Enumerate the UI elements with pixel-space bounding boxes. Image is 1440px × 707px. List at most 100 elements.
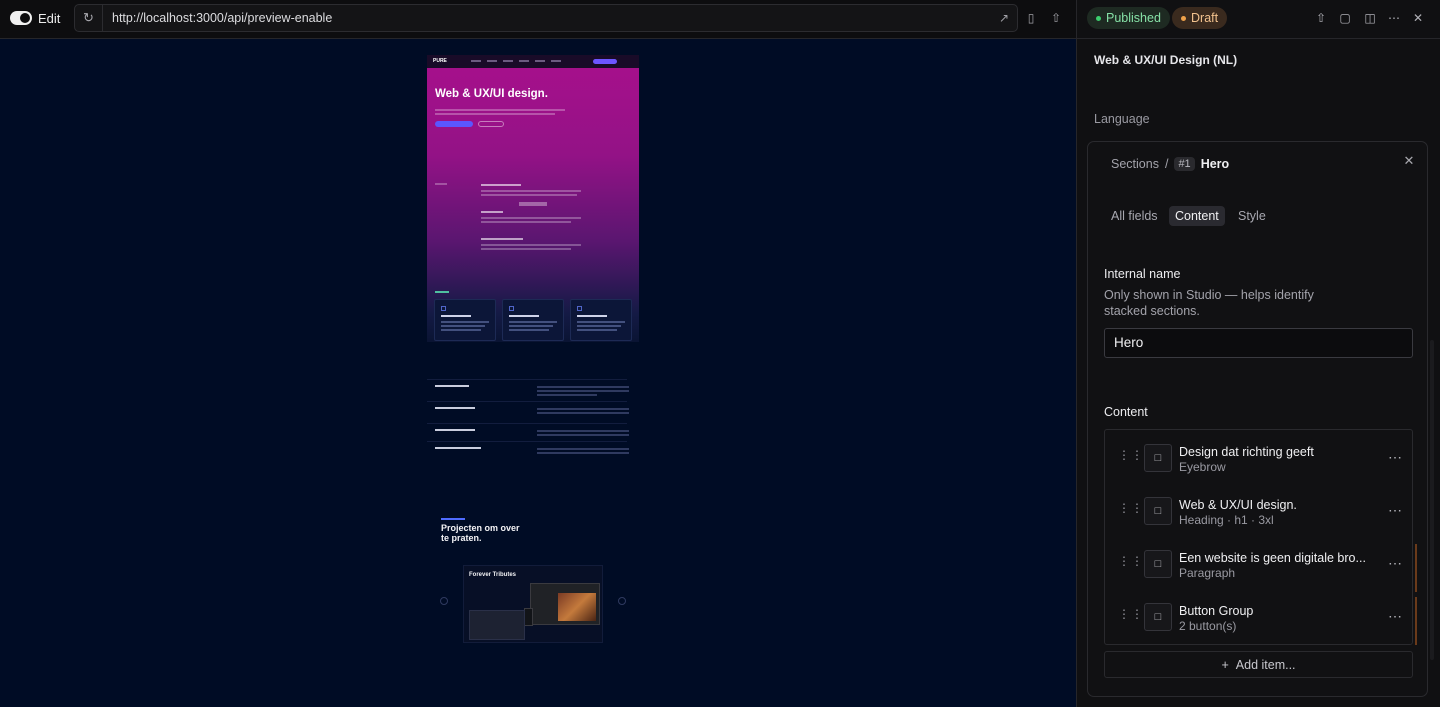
- preview-screenshot: [530, 583, 600, 625]
- more-icon[interactable]: ⋯: [1386, 10, 1402, 26]
- drag-handle-icon[interactable]: ⋮⋮: [1118, 449, 1144, 461]
- preview-phone-mockup: [524, 608, 533, 626]
- preview-quote-card: [469, 610, 525, 640]
- preview-text-line: [481, 221, 571, 223]
- preview-secondary-button: [478, 121, 504, 127]
- url-text[interactable]: http://localhost:3000/api/preview-enable: [112, 11, 332, 25]
- mobile-view-icon[interactable]: ▯: [1022, 9, 1040, 27]
- split-pane-icon[interactable]: ◫: [1362, 10, 1378, 26]
- item-more-icon[interactable]: ⋯: [1388, 502, 1403, 519]
- internal-name-input[interactable]: Hero: [1104, 328, 1413, 358]
- drag-handle-icon[interactable]: ⋮⋮: [1118, 502, 1144, 514]
- close-section-icon[interactable]: ✕: [1401, 153, 1417, 169]
- preview-feature-card: [434, 299, 496, 341]
- content-label: Content: [1104, 405, 1148, 419]
- preview-text-line: [435, 291, 449, 293]
- open-external-icon[interactable]: ↗: [995, 9, 1013, 27]
- preview-card-title: [509, 315, 539, 317]
- preview-canvas[interactable]: PURE Web & UX/UI design. Projecten om ov…: [0, 39, 1077, 707]
- preview-nav-link: [471, 60, 481, 62]
- list-item[interactable]: ⋮⋮ □ Button Group 2 button(s) ⋯: [1105, 591, 1417, 645]
- breadcrumb-sections[interactable]: Sections: [1111, 157, 1159, 171]
- document-icon: □: [1144, 444, 1172, 472]
- url-bar[interactable]: ↻ http://localhost:3000/api/preview-enab…: [74, 4, 1018, 32]
- preview-card-line: [577, 325, 621, 327]
- refresh-icon[interactable]: ↻: [75, 5, 103, 31]
- item-more-icon[interactable]: ⋯: [1388, 555, 1403, 572]
- item-more-icon[interactable]: ⋯: [1388, 449, 1403, 466]
- preview-card-line: [441, 329, 481, 331]
- preview-text-line: [435, 109, 565, 111]
- internal-name-help: Only shown in Studio — helps identify st…: [1104, 288, 1314, 318]
- document-icon: □: [1144, 603, 1172, 631]
- comment-icon[interactable]: ▢: [1337, 10, 1353, 26]
- preview-nav-link: [487, 60, 497, 62]
- edit-toggle[interactable]: [10, 11, 32, 25]
- preview-card-icon: [441, 306, 446, 311]
- breadcrumb-separator: /: [1164, 157, 1169, 171]
- draft-label: Draft: [1191, 11, 1219, 25]
- document-icon: □: [1144, 497, 1172, 525]
- preview-text-line: [481, 244, 581, 246]
- draft-badge[interactable]: Draft: [1172, 7, 1228, 29]
- preview-text-line: [481, 190, 581, 192]
- add-item-button[interactable]: + Add item...: [1104, 651, 1413, 678]
- list-item[interactable]: ⋮⋮ □ Design dat richting geeft Eyebrow ⋯: [1105, 432, 1413, 485]
- edit-label: Edit: [38, 11, 61, 26]
- change-indicator: [1415, 544, 1417, 592]
- list-item[interactable]: ⋮⋮ □ Web & UX/UI design. Heading · h1 · …: [1105, 485, 1413, 538]
- preview-nav-link: [551, 60, 561, 62]
- published-dot-icon: [1096, 16, 1101, 21]
- item-title: Een website is geen digitale bro...: [1179, 551, 1366, 565]
- item-subtitle: Heading · h1 · 3xl: [1179, 513, 1274, 527]
- drag-handle-icon[interactable]: ⋮⋮: [1118, 555, 1144, 567]
- preview-feature-card: [502, 299, 564, 341]
- preview-faq-question: [435, 407, 475, 409]
- list-item[interactable]: ⋮⋮ □ Een website is geen digitale bro...…: [1105, 538, 1417, 592]
- preview-screenshot-image: [558, 593, 596, 621]
- preview-faq: [427, 379, 639, 459]
- preview-faq-answer: [537, 412, 629, 414]
- preview-project-slide: Forever Tributes: [463, 565, 603, 643]
- preview-card-line: [509, 329, 549, 331]
- item-title: Button Group: [1179, 604, 1254, 618]
- preview-toolbar: Edit ↻ http://localhost:3000/api/preview…: [0, 0, 1077, 39]
- preview-projects-eyebrow: [441, 518, 465, 520]
- preview-faq-row: [427, 401, 629, 421]
- preview-faq-row: [427, 441, 629, 461]
- preview-text-line: [481, 238, 523, 240]
- preview-text-line: [435, 113, 555, 115]
- preview-text-line: [481, 211, 503, 213]
- content-items-list: ⋮⋮ □ Design dat richting geeft Eyebrow ⋯…: [1104, 429, 1417, 645]
- preview-faq-answer: [537, 434, 629, 436]
- preview-card-title: [577, 315, 607, 317]
- published-label: Published: [1106, 11, 1161, 25]
- preview-text-line: [481, 248, 571, 250]
- plus-icon: +: [1221, 657, 1229, 672]
- share-icon[interactable]: ⇧: [1047, 9, 1065, 27]
- drag-handle-icon[interactable]: ⋮⋮: [1118, 608, 1144, 620]
- breadcrumb-number: #1: [1174, 157, 1195, 171]
- preview-faq-answer: [537, 394, 597, 396]
- preview-card-line: [509, 321, 557, 323]
- internal-name-label: Internal name: [1104, 267, 1181, 281]
- preview-primary-button: [435, 121, 473, 127]
- item-more-icon[interactable]: ⋯: [1388, 608, 1403, 625]
- close-icon[interactable]: ✕: [1410, 10, 1426, 26]
- preview-nav-cta: [593, 59, 617, 64]
- published-badge[interactable]: Published: [1087, 7, 1170, 29]
- publish-icon[interactable]: ⇧: [1313, 10, 1329, 26]
- tab-content[interactable]: Content: [1169, 206, 1225, 226]
- breadcrumb-current: Hero: [1200, 157, 1230, 171]
- tab-all-fields[interactable]: All fields: [1105, 206, 1164, 226]
- preview-feature-card: [570, 299, 632, 341]
- tab-style[interactable]: Style: [1232, 206, 1272, 226]
- preview-card-line: [509, 325, 553, 327]
- section-editor-card: Sections / #1 Hero ✕ All fields Content …: [1087, 141, 1428, 697]
- preview-faq-answer: [537, 452, 629, 454]
- preview-logo: PURE: [433, 58, 447, 64]
- preview-nav-link: [503, 60, 513, 62]
- preview-hero[interactable]: PURE Web & UX/UI design.: [427, 55, 639, 342]
- add-item-label: Add item...: [1235, 657, 1296, 672]
- panel-scrollbar[interactable]: [1430, 340, 1434, 660]
